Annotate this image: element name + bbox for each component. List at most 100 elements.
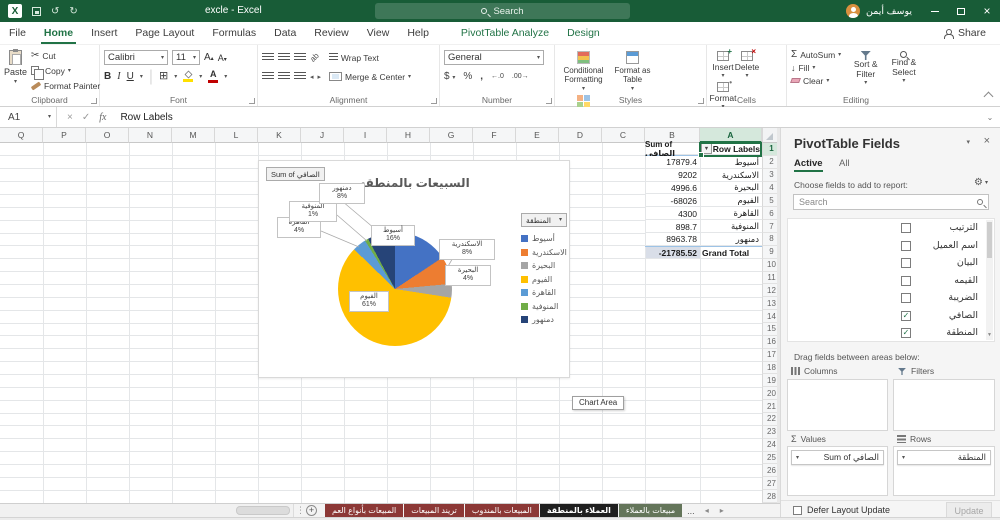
column-header-J[interactable]: J	[301, 128, 344, 143]
column-header-L[interactable]: L	[215, 128, 258, 143]
expand-formula-bar-icon[interactable]: ⌄	[980, 107, 1000, 127]
chart-legend-field-button[interactable]: المنطقة ▾	[521, 213, 567, 227]
insert-cells-button[interactable]: + Insert ▾	[711, 47, 735, 79]
field-item-4[interactable]: القيمه	[788, 272, 994, 290]
paste-button[interactable]: Paste ▾	[4, 48, 27, 93]
redo-icon[interactable]: ↻	[69, 6, 77, 17]
decrease-indent-icon[interactable]: ◂	[310, 73, 314, 81]
bold-button[interactable]: B	[104, 71, 111, 82]
scroll-down-icon[interactable]: ▼	[986, 331, 993, 340]
align-left-icon[interactable]	[262, 72, 274, 81]
field-list-scrollbar[interactable]: ▼	[986, 220, 993, 340]
sheet-tab-2[interactable]: تريند المبيعات	[404, 504, 464, 517]
field-checkbox[interactable]	[901, 293, 911, 303]
ribbon-tab-insert[interactable]: Insert	[82, 22, 126, 44]
row-labels-filter-icon[interactable]: ▼	[701, 143, 712, 155]
pivot-chart[interactable]: Sum of الصافي السبيعات بالمنطقه أسيوط 16%…	[258, 160, 570, 378]
column-header-I[interactable]: I	[344, 128, 387, 143]
spreadsheet-grid[interactable]: Q P O N M L K J I H G F E D C B A 1 2 3 4 5 6 7 8 9 10 11 12 13 14 15 16…	[0, 128, 780, 503]
format-painter-button[interactable]: Format Painter	[30, 78, 100, 93]
pane-tab-all[interactable]: All	[839, 158, 850, 169]
ribbon-tab-data[interactable]: Data	[265, 22, 305, 44]
column-header-H[interactable]: H	[387, 128, 430, 143]
font-color-button[interactable]: A	[208, 70, 219, 83]
underline-button[interactable]: U	[127, 71, 134, 82]
avatar[interactable]	[846, 4, 860, 18]
save-icon[interactable]	[32, 6, 41, 16]
field-item-5[interactable]: الضريبة	[788, 289, 994, 307]
comma-style-button[interactable]: ,	[480, 71, 483, 82]
font-size-combobox[interactable]: 11 ▾	[172, 50, 200, 65]
delete-cells-button[interactable]: × Delete ▾	[735, 47, 760, 79]
field-item-6[interactable]: ✓ الصافي	[788, 307, 994, 325]
rows-area-box[interactable]: ▾ المنطقة	[893, 446, 995, 496]
column-header-K[interactable]: K	[258, 128, 301, 143]
tools-gear-icon[interactable]: ⚙ ▾	[974, 177, 988, 188]
tab-scroll-left-icon[interactable]: ◂	[700, 504, 714, 517]
column-header-M[interactable]: M	[172, 128, 215, 143]
tab-scroll-right-icon[interactable]: ▸	[715, 504, 729, 517]
undo-icon[interactable]: ↺	[51, 6, 59, 17]
rows-field-chip[interactable]: ▾ المنطقة	[897, 450, 991, 465]
pane-close-icon[interactable]: ×	[984, 135, 990, 147]
cut-button[interactable]: ✂ Cut	[31, 48, 100, 63]
column-header-E[interactable]: E	[516, 128, 559, 143]
field-checkbox[interactable]: ✓	[901, 310, 911, 321]
align-center-icon[interactable]	[278, 72, 290, 81]
pane-options-icon[interactable]: ▾	[966, 138, 970, 146]
defer-layout-checkbox[interactable]: Defer Layout Update	[793, 505, 890, 515]
clear-button[interactable]: Clear ▾	[790, 74, 845, 87]
ribbon-tab-help[interactable]: Help	[398, 22, 438, 44]
ribbon-tab-review[interactable]: Review	[305, 22, 357, 44]
autosum-button[interactable]: Σ AutoSum ▾	[791, 48, 845, 61]
field-item-7[interactable]: ✓ المنطقة	[788, 324, 994, 341]
align-bottom-icon[interactable]	[294, 53, 306, 62]
fields-search-input[interactable]: Search	[793, 194, 989, 210]
sheet-tab-1[interactable]: المبيعات بأنواع العم	[325, 504, 404, 517]
copy-button[interactable]: Copy ▾	[31, 63, 100, 80]
shrink-font-button[interactable]: A▾	[218, 53, 227, 63]
field-item-2[interactable]: اسم العميل	[788, 237, 994, 255]
values-field-chip[interactable]: ▾ Sum of الصافي	[791, 450, 884, 465]
ribbon-tab-pivottable-analyze[interactable]: PivotTable Analyze	[452, 22, 558, 44]
collapse-ribbon-icon[interactable]	[983, 91, 994, 102]
column-header-C[interactable]: C	[602, 128, 645, 143]
horizontal-scrollbar-thumb[interactable]	[236, 506, 290, 515]
field-checkbox[interactable]	[901, 258, 911, 268]
field-list-scrollbar-thumb[interactable]	[987, 222, 992, 258]
fill-color-button[interactable]	[183, 70, 194, 82]
column-header-A[interactable]: A	[700, 128, 762, 143]
sheet-tab-3[interactable]: المبيعات بالمندوب	[464, 504, 539, 517]
tab-splitter-icon[interactable]: ⋮	[296, 504, 305, 517]
field-item-3[interactable]: البيان	[788, 254, 994, 272]
ribbon-tab-formulas[interactable]: Formulas	[203, 22, 265, 44]
search-box[interactable]: Search	[375, 3, 630, 19]
borders-button[interactable]: ⊞	[159, 71, 168, 82]
align-top-icon[interactable]	[262, 53, 274, 62]
italic-button[interactable]: I	[117, 71, 120, 82]
percent-style-button[interactable]: %	[463, 71, 472, 82]
increase-decimal-button[interactable]: ←.0	[491, 73, 504, 80]
values-area-box[interactable]: ▾ Sum of الصافي	[787, 446, 888, 496]
accounting-format-button[interactable]: $ ▾	[444, 71, 455, 82]
conditional-formatting-button[interactable]: Conditional Formatting ▾	[559, 48, 608, 92]
insert-function-icon[interactable]: fx	[99, 112, 106, 123]
cancel-icon[interactable]: ×	[67, 112, 73, 123]
pane-tab-active[interactable]: Active	[794, 158, 823, 172]
name-box[interactable]: A1 ▾	[0, 107, 57, 127]
column-header-Q[interactable]: Q	[0, 128, 43, 143]
minimize-button[interactable]	[922, 0, 948, 22]
decrease-decimal-button[interactable]: .00→	[512, 73, 529, 80]
column-header-F[interactable]: F	[473, 128, 516, 143]
field-item-1[interactable]: الترتيب	[788, 219, 994, 237]
pie-chart[interactable]	[338, 232, 452, 346]
column-header-P[interactable]: P	[43, 128, 86, 143]
format-as-table-button[interactable]: Format as Table ▾	[608, 48, 657, 92]
enter-icon[interactable]: ✓	[82, 112, 90, 123]
sort-filter-button[interactable]: Sort & Filter ▾	[849, 48, 883, 87]
number-format-combobox[interactable]: General ▾	[444, 50, 544, 65]
columns-area-box[interactable]	[787, 379, 888, 431]
orientation-icon[interactable]: ab	[308, 51, 321, 64]
ribbon-tab-file[interactable]: File	[0, 22, 35, 44]
maximize-button[interactable]	[948, 0, 974, 22]
